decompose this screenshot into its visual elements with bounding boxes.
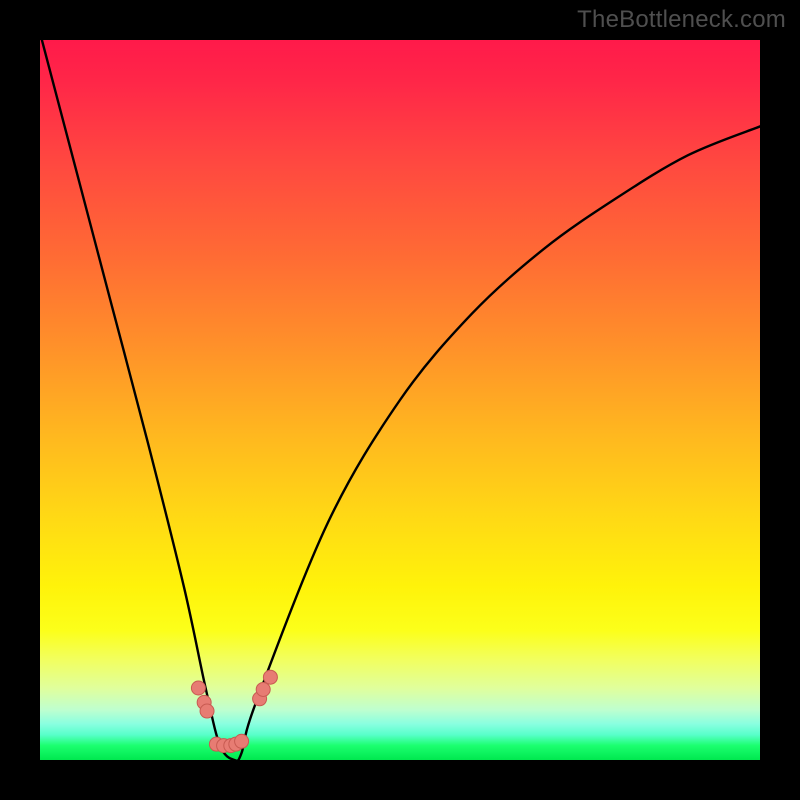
watermark-text: TheBottleneck.com	[577, 6, 786, 34]
chart-svg	[40, 40, 760, 760]
data-marker	[191, 681, 205, 695]
chart-plot-area	[40, 40, 760, 760]
frame-right	[760, 0, 800, 800]
data-marker	[200, 704, 214, 718]
frame-left	[0, 0, 40, 800]
data-marker	[235, 734, 249, 748]
data-marker	[256, 682, 270, 696]
bottleneck-curve	[40, 40, 760, 760]
data-marker	[263, 670, 277, 684]
frame-bottom	[0, 760, 800, 800]
